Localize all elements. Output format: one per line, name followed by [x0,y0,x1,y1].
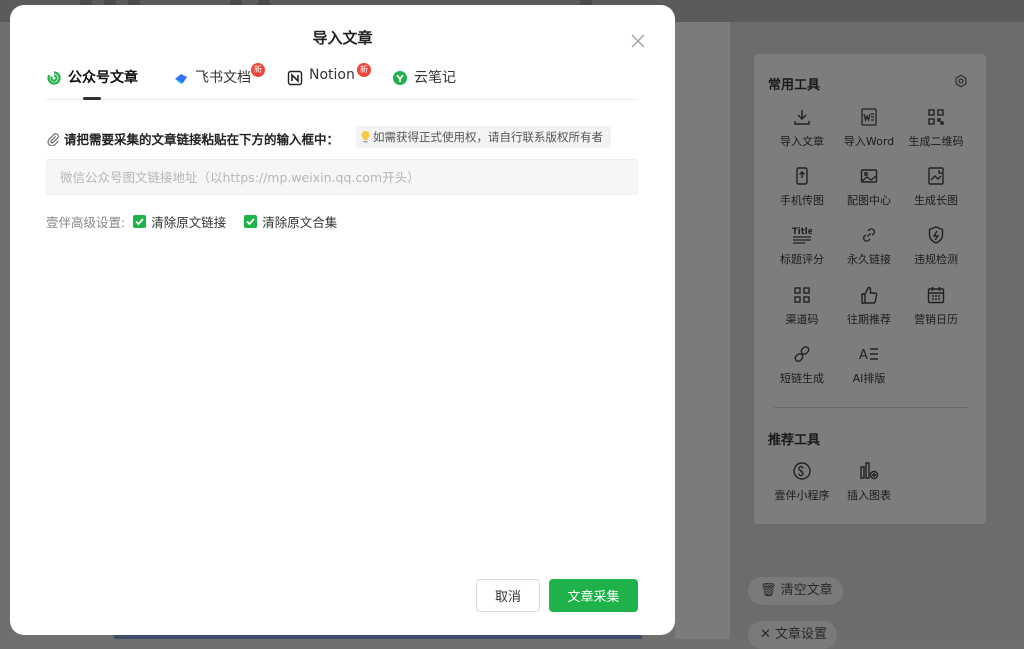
tool-long-image[interactable]: 生成长图 [903,166,969,216]
tool-insert-chart[interactable]: 插入图表 [836,461,902,511]
permalink-icon [863,228,875,242]
tool-label: 生成二维码 [908,135,964,148]
tool-past-recommend[interactable]: 往期推荐 [836,285,902,335]
thumbs-up-icon [861,286,878,304]
tool-panel: 常用工具 导入文章 导入Word 生成二维码 手机传图 配图中心 生成长图 Ti… [754,54,986,524]
collect-article-button[interactable]: 文章采集 [549,579,638,612]
tool-label: 配图中心 [847,194,891,207]
wechat-icon [47,71,61,85]
tool-label: 渠道码 [785,313,819,326]
mini-program-icon [793,462,811,480]
tool-mini-program[interactable]: 壹伴小程序 [769,461,835,511]
tool-label: 手机传图 [780,194,824,207]
feishu-icon [175,74,187,84]
new-badge: 新 [357,63,371,77]
advanced-settings-label: 壹伴高级设置: [46,215,126,230]
tool-label: 营销日历 [914,313,958,326]
image-center-icon [860,169,878,183]
article-url-input[interactable] [46,159,638,195]
tab-label: Notion [309,67,355,83]
tool-ai-layout[interactable]: A AI排版 [836,344,902,394]
qrcode-icon [928,109,944,125]
modal-title: 导入文章 [312,29,373,47]
word-icon [861,108,877,126]
new-badge: 新 [251,63,265,77]
tool-label: 永久链接 [847,253,891,266]
tool-label: AI排版 [852,372,886,385]
tool-import-article[interactable]: 导入文章 [769,107,835,157]
tool-permalink[interactable]: 永久链接 [836,225,902,275]
tool-title-score[interactable]: Title 标题评分 [769,225,835,275]
tool-label: 生成长图 [914,194,958,207]
short-link-icon [794,346,810,362]
phone-upload-icon [796,167,808,185]
svg-text:Title: Title [792,227,812,237]
youdao-note-icon [393,71,407,85]
notion-icon [287,70,303,86]
instruction-text: 请把需要采集的文章链接粘贴在下方的输入框中： [46,129,339,148]
tool-marketing-calendar[interactable]: 营销日历 [903,285,969,335]
ai-layout-icon: A [859,348,878,363]
title-score-icon: Title [792,227,812,244]
checkmark-icon [244,215,258,228]
import-article-icon [794,110,810,125]
tab-notion[interactable]: Notion 新 [287,63,371,99]
checkmark-icon [133,215,147,228]
trash-icon: 🗑 [760,583,781,598]
tool-label: 违规检测 [914,253,958,266]
tool-image-center[interactable]: 配图中心 [836,166,902,216]
tab-label: 云笔记 [414,70,456,86]
lightbulb-icon [361,130,370,143]
clear-original-link-checkbox[interactable]: 清除原文链接 [133,212,226,231]
import-article-modal: 导入文章 公众号文章 飞书文档 新 Notion 新 云笔记 请把需要采集的文章… [10,5,675,635]
settings-x-icon: ✕ [760,627,776,642]
tab-feishu-doc[interactable]: 飞书文档 新 [173,63,265,99]
gear-icon[interactable] [954,74,968,88]
tool-violation-check[interactable]: 违规检测 [903,225,969,275]
close-icon[interactable] [630,33,646,49]
tool-qrcode[interactable]: 生成二维码 [903,107,969,157]
channel-code-icon [794,287,810,303]
recommended-tools-title: 推荐工具 [768,433,821,448]
active-tab-indicator [83,97,101,100]
tool-phone-upload[interactable]: 手机传图 [769,166,835,216]
tab-label: 飞书文档 [195,70,251,86]
clear-original-collection-checkbox[interactable]: 清除原文合集 [244,212,337,231]
panel-divider [774,407,968,408]
advanced-settings: 壹伴高级设置: 清除原文链接 清除原文合集 [46,212,355,231]
source-tabs: 公众号文章 飞书文档 新 Notion 新 云笔记 [46,63,638,100]
tool-label: 标题评分 [780,253,824,266]
editor-gutter [675,22,730,639]
tool-label: 往期推荐 [847,313,891,326]
paperclip-icon [47,132,59,146]
tool-label: 短链生成 [780,372,824,385]
tool-label: 导入文章 [780,135,824,148]
common-tools-title: 常用工具 [768,78,821,93]
violation-check-icon [928,226,944,244]
cancel-button[interactable]: 取消 [476,579,540,612]
tool-import-word[interactable]: 导入Word [836,107,902,157]
tool-label: 导入Word [843,135,895,148]
calendar-icon [927,287,945,304]
long-image-icon [928,167,944,185]
tool-label: 壹伴小程序 [774,489,830,502]
copyright-hint: 如需获得正式使用权，请自行联系版权所有者 [356,126,611,148]
clear-article-button[interactable]: 🗑 清空文章 [748,577,843,605]
tool-label: 插入图表 [847,489,891,502]
tab-youdao-note[interactable]: 云笔记 [392,67,456,99]
insert-chart-icon [860,462,879,480]
svg-text:A: A [859,348,868,363]
article-settings-button[interactable]: ✕ 文章设置 [748,621,838,649]
tab-wechat-article[interactable]: 公众号文章 [46,67,138,99]
tool-short-link[interactable]: 短链生成 [769,344,835,394]
tab-label: 公众号文章 [68,70,138,86]
tool-channel-code[interactable]: 渠道码 [769,285,835,335]
